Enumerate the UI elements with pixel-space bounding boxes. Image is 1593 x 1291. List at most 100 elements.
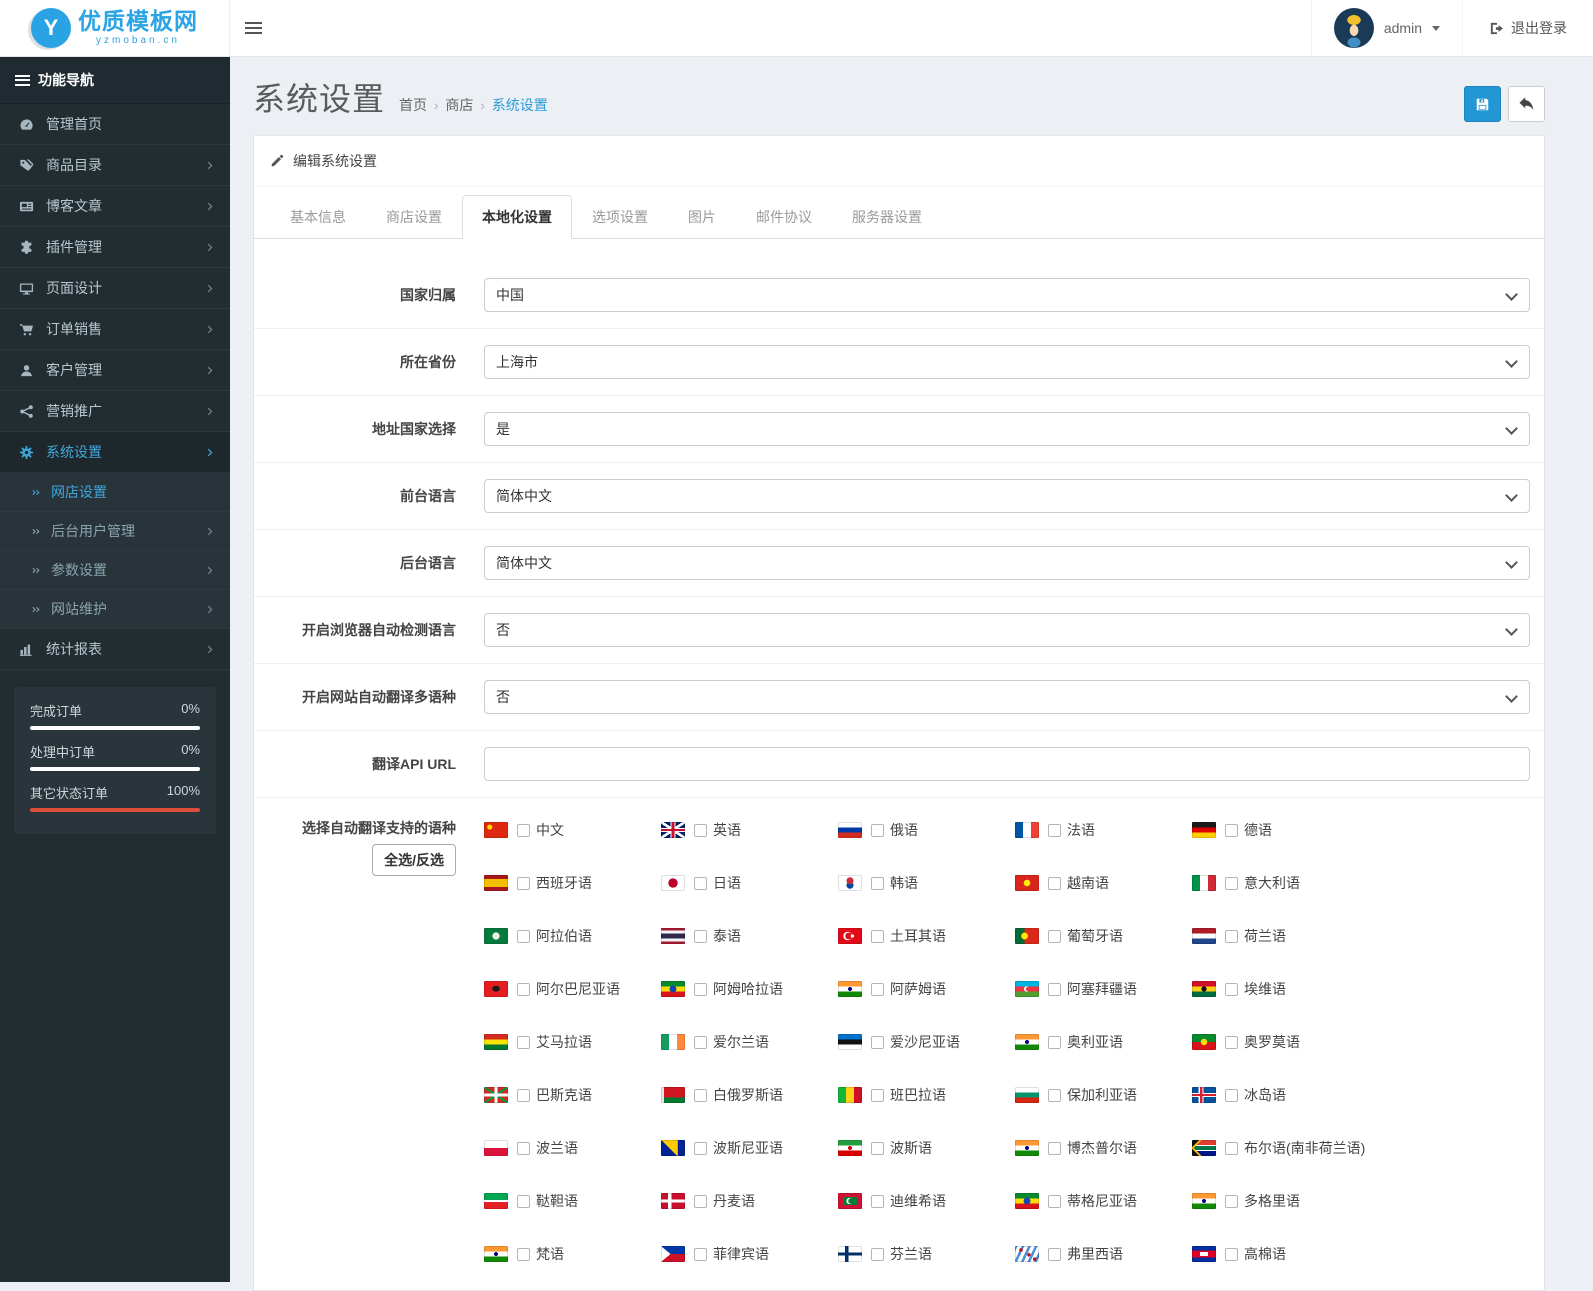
language-option-土耳其语[interactable]: 土耳其语 xyxy=(838,926,1015,946)
language-checkbox[interactable] xyxy=(694,1141,707,1155)
language-checkbox[interactable] xyxy=(1048,876,1061,890)
language-option-奥罗莫语[interactable]: 奥罗莫语 xyxy=(1192,1032,1369,1052)
language-option-白俄罗斯语[interactable]: 白俄罗斯语 xyxy=(661,1085,838,1105)
country-select[interactable]: 中国 xyxy=(484,278,1530,312)
language-checkbox[interactable] xyxy=(1225,1247,1238,1261)
tab-图片[interactable]: 图片 xyxy=(668,195,736,239)
language-checkbox[interactable] xyxy=(1225,1194,1238,1208)
language-option-阿塞拜疆语[interactable]: 阿塞拜疆语 xyxy=(1015,979,1192,999)
language-option-德语[interactable]: 德语 xyxy=(1192,820,1369,840)
language-option-蒂格尼亚语[interactable]: 蒂格尼亚语 xyxy=(1015,1191,1192,1211)
language-checkbox[interactable] xyxy=(871,1247,884,1261)
language-option-保加利亚语[interactable]: 保加利亚语 xyxy=(1015,1085,1192,1105)
language-option-艾马拉语[interactable]: 艾马拉语 xyxy=(484,1032,661,1052)
language-checkbox[interactable] xyxy=(1048,1088,1061,1102)
sidebar-toggle-button[interactable] xyxy=(230,0,276,56)
language-option-丹麦语[interactable]: 丹麦语 xyxy=(661,1191,838,1211)
language-option-英语[interactable]: 英语 xyxy=(661,820,838,840)
language-checkbox[interactable] xyxy=(1048,823,1061,837)
language-option-芬兰语[interactable]: 芬兰语 xyxy=(838,1244,1015,1264)
language-option-荷兰语[interactable]: 荷兰语 xyxy=(1192,926,1369,946)
language-checkbox[interactable] xyxy=(871,823,884,837)
sidebar-item-博客文章[interactable]: 博客文章 xyxy=(0,186,230,227)
breadcrumb-link-首页[interactable]: 首页 xyxy=(399,95,427,115)
language-checkbox[interactable] xyxy=(871,1194,884,1208)
auto-translate-select[interactable]: 否 xyxy=(484,680,1530,714)
translate-api-url-input[interactable] xyxy=(484,747,1530,781)
language-checkbox[interactable] xyxy=(871,1141,884,1155)
language-checkbox[interactable] xyxy=(517,876,530,890)
language-option-奥利亚语[interactable]: 奥利亚语 xyxy=(1015,1032,1192,1052)
language-checkbox[interactable] xyxy=(1048,1247,1061,1261)
language-option-多格里语[interactable]: 多格里语 xyxy=(1192,1191,1369,1211)
tab-邮件协议[interactable]: 邮件协议 xyxy=(736,195,832,239)
sidebar-item-营销推广[interactable]: 营销推广 xyxy=(0,391,230,432)
sidebar-subitem-参数设置[interactable]: 参数设置 xyxy=(0,551,230,590)
language-checkbox[interactable] xyxy=(694,876,707,890)
language-checkbox[interactable] xyxy=(1048,929,1061,943)
language-option-韩语[interactable]: 韩语 xyxy=(838,873,1015,893)
language-option-阿尔巴尼亚语[interactable]: 阿尔巴尼亚语 xyxy=(484,979,661,999)
breadcrumb-link-商店[interactable]: 商店 xyxy=(445,95,473,115)
language-checkbox[interactable] xyxy=(1225,876,1238,890)
language-option-泰语[interactable]: 泰语 xyxy=(661,926,838,946)
language-option-布尔语(南非荷兰语)[interactable]: 布尔语(南非荷兰语) xyxy=(1192,1138,1369,1158)
language-checkbox[interactable] xyxy=(1225,1035,1238,1049)
sidebar-item-页面设计[interactable]: 页面设计 xyxy=(0,268,230,309)
save-button[interactable] xyxy=(1464,86,1501,122)
logout-button[interactable]: 退出登录 xyxy=(1462,0,1593,56)
language-checkbox[interactable] xyxy=(517,1141,530,1155)
province-select[interactable]: 上海市 xyxy=(484,345,1530,379)
language-option-高棉语[interactable]: 高棉语 xyxy=(1192,1244,1369,1264)
language-option-法语[interactable]: 法语 xyxy=(1015,820,1192,840)
tab-选项设置[interactable]: 选项设置 xyxy=(572,195,668,239)
language-checkbox[interactable] xyxy=(694,1035,707,1049)
language-option-弗里西语[interactable]: 弗里西语 xyxy=(1015,1244,1192,1264)
language-checkbox[interactable] xyxy=(517,1194,530,1208)
language-checkbox[interactable] xyxy=(871,1088,884,1102)
language-checkbox[interactable] xyxy=(1048,1141,1061,1155)
language-checkbox[interactable] xyxy=(694,1194,707,1208)
language-checkbox[interactable] xyxy=(517,1035,530,1049)
language-option-鞑靼语[interactable]: 鞑靼语 xyxy=(484,1191,661,1211)
language-option-菲律宾语[interactable]: 菲律宾语 xyxy=(661,1244,838,1264)
language-checkbox[interactable] xyxy=(871,982,884,996)
language-checkbox[interactable] xyxy=(517,1247,530,1261)
language-option-波斯语[interactable]: 波斯语 xyxy=(838,1138,1015,1158)
language-option-葡萄牙语[interactable]: 葡萄牙语 xyxy=(1015,926,1192,946)
language-checkbox[interactable] xyxy=(517,823,530,837)
back-button[interactable] xyxy=(1508,86,1545,122)
tab-本地化设置[interactable]: 本地化设置 xyxy=(462,195,572,239)
language-option-中文[interactable]: 中文 xyxy=(484,820,661,840)
language-option-西班牙语[interactable]: 西班牙语 xyxy=(484,873,661,893)
language-option-日语[interactable]: 日语 xyxy=(661,873,838,893)
language-checkbox[interactable] xyxy=(871,929,884,943)
language-checkbox[interactable] xyxy=(694,929,707,943)
sidebar-item-系统设置[interactable]: 系统设置 xyxy=(0,432,230,473)
language-option-埃维语[interactable]: 埃维语 xyxy=(1192,979,1369,999)
language-option-博杰普尔语[interactable]: 博杰普尔语 xyxy=(1015,1138,1192,1158)
tab-服务器设置[interactable]: 服务器设置 xyxy=(832,195,942,239)
tab-商店设置[interactable]: 商店设置 xyxy=(366,195,462,239)
language-checkbox[interactable] xyxy=(1225,982,1238,996)
language-checkbox[interactable] xyxy=(871,1035,884,1049)
language-option-意大利语[interactable]: 意大利语 xyxy=(1192,873,1369,893)
language-option-迪维希语[interactable]: 迪维希语 xyxy=(838,1191,1015,1211)
sidebar-subitem-后台用户管理[interactable]: 后台用户管理 xyxy=(0,512,230,551)
sidebar-subitem-网站维护[interactable]: 网站维护 xyxy=(0,590,230,629)
language-option-巴斯克语[interactable]: 巴斯克语 xyxy=(484,1085,661,1105)
language-checkbox[interactable] xyxy=(694,1247,707,1261)
language-option-越南语[interactable]: 越南语 xyxy=(1015,873,1192,893)
sidebar-item-商品目录[interactable]: 商品目录 xyxy=(0,145,230,186)
language-checkbox[interactable] xyxy=(694,823,707,837)
language-checkbox[interactable] xyxy=(871,876,884,890)
language-option-冰岛语[interactable]: 冰岛语 xyxy=(1192,1085,1369,1105)
language-checkbox[interactable] xyxy=(694,982,707,996)
language-option-爱沙尼亚语[interactable]: 爱沙尼亚语 xyxy=(838,1032,1015,1052)
backend-language-select[interactable]: 简体中文 xyxy=(484,546,1530,580)
language-option-阿拉伯语[interactable]: 阿拉伯语 xyxy=(484,926,661,946)
language-option-梵语[interactable]: 梵语 xyxy=(484,1244,661,1264)
select-all-button[interactable]: 全选/反选 xyxy=(372,844,456,877)
browser-language-detect-select[interactable]: 否 xyxy=(484,613,1530,647)
language-option-波斯尼亚语[interactable]: 波斯尼亚语 xyxy=(661,1138,838,1158)
